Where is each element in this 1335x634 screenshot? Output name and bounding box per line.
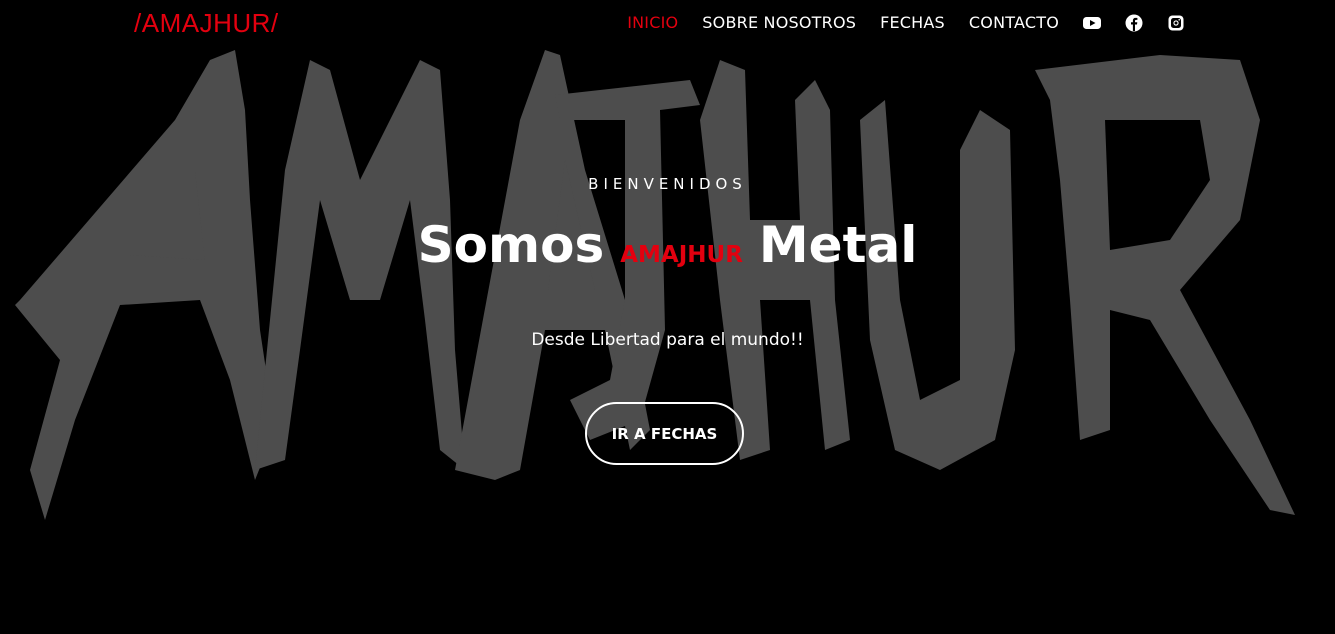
- hero-section: BIENVENIDOS Somos AMAJHUR Metal Desde Li…: [0, 0, 1335, 634]
- nav-item-instagram: [1167, 14, 1185, 32]
- headline-suffix: Metal: [758, 216, 918, 274]
- nav-item-youtube: [1083, 14, 1101, 32]
- hero-tagline: Desde Libertad para el mundo!!: [531, 330, 804, 350]
- welcome-label: BIENVENIDOS: [588, 175, 747, 193]
- nav-link-contacto[interactable]: CONTACTO: [969, 13, 1059, 32]
- brand-logo[interactable]: /AMAJHUR/: [134, 8, 279, 39]
- nav-item-contacto: CONTACTO: [969, 13, 1059, 32]
- headline-brand: AMAJHUR: [620, 242, 743, 268]
- nav-menu: INICIO SOBRE NOSOTROS FECHAS CONTACTO: [603, 13, 1185, 32]
- go-to-dates-button[interactable]: IR A FECHAS: [585, 402, 744, 465]
- navbar: /AMAJHUR/ INICIO SOBRE NOSOTROS FECHAS C…: [0, 0, 1335, 50]
- headline-prefix: Somos: [417, 216, 605, 274]
- nav-link-sobre-nosotros[interactable]: SOBRE NOSOTROS: [702, 13, 856, 32]
- facebook-icon[interactable]: [1125, 14, 1143, 32]
- nav-link-inicio[interactable]: INICIO: [627, 13, 678, 32]
- nav-item-inicio: INICIO: [627, 13, 678, 32]
- nav-item-fechas: FECHAS: [880, 13, 945, 32]
- instagram-icon[interactable]: [1167, 14, 1185, 32]
- youtube-icon[interactable]: [1083, 14, 1101, 32]
- hero-headline: Somos AMAJHUR Metal: [0, 216, 1335, 274]
- nav-item-sobre-nosotros: SOBRE NOSOTROS: [702, 13, 856, 32]
- nav-item-facebook: [1125, 14, 1143, 32]
- nav-link-fechas[interactable]: FECHAS: [880, 13, 945, 32]
